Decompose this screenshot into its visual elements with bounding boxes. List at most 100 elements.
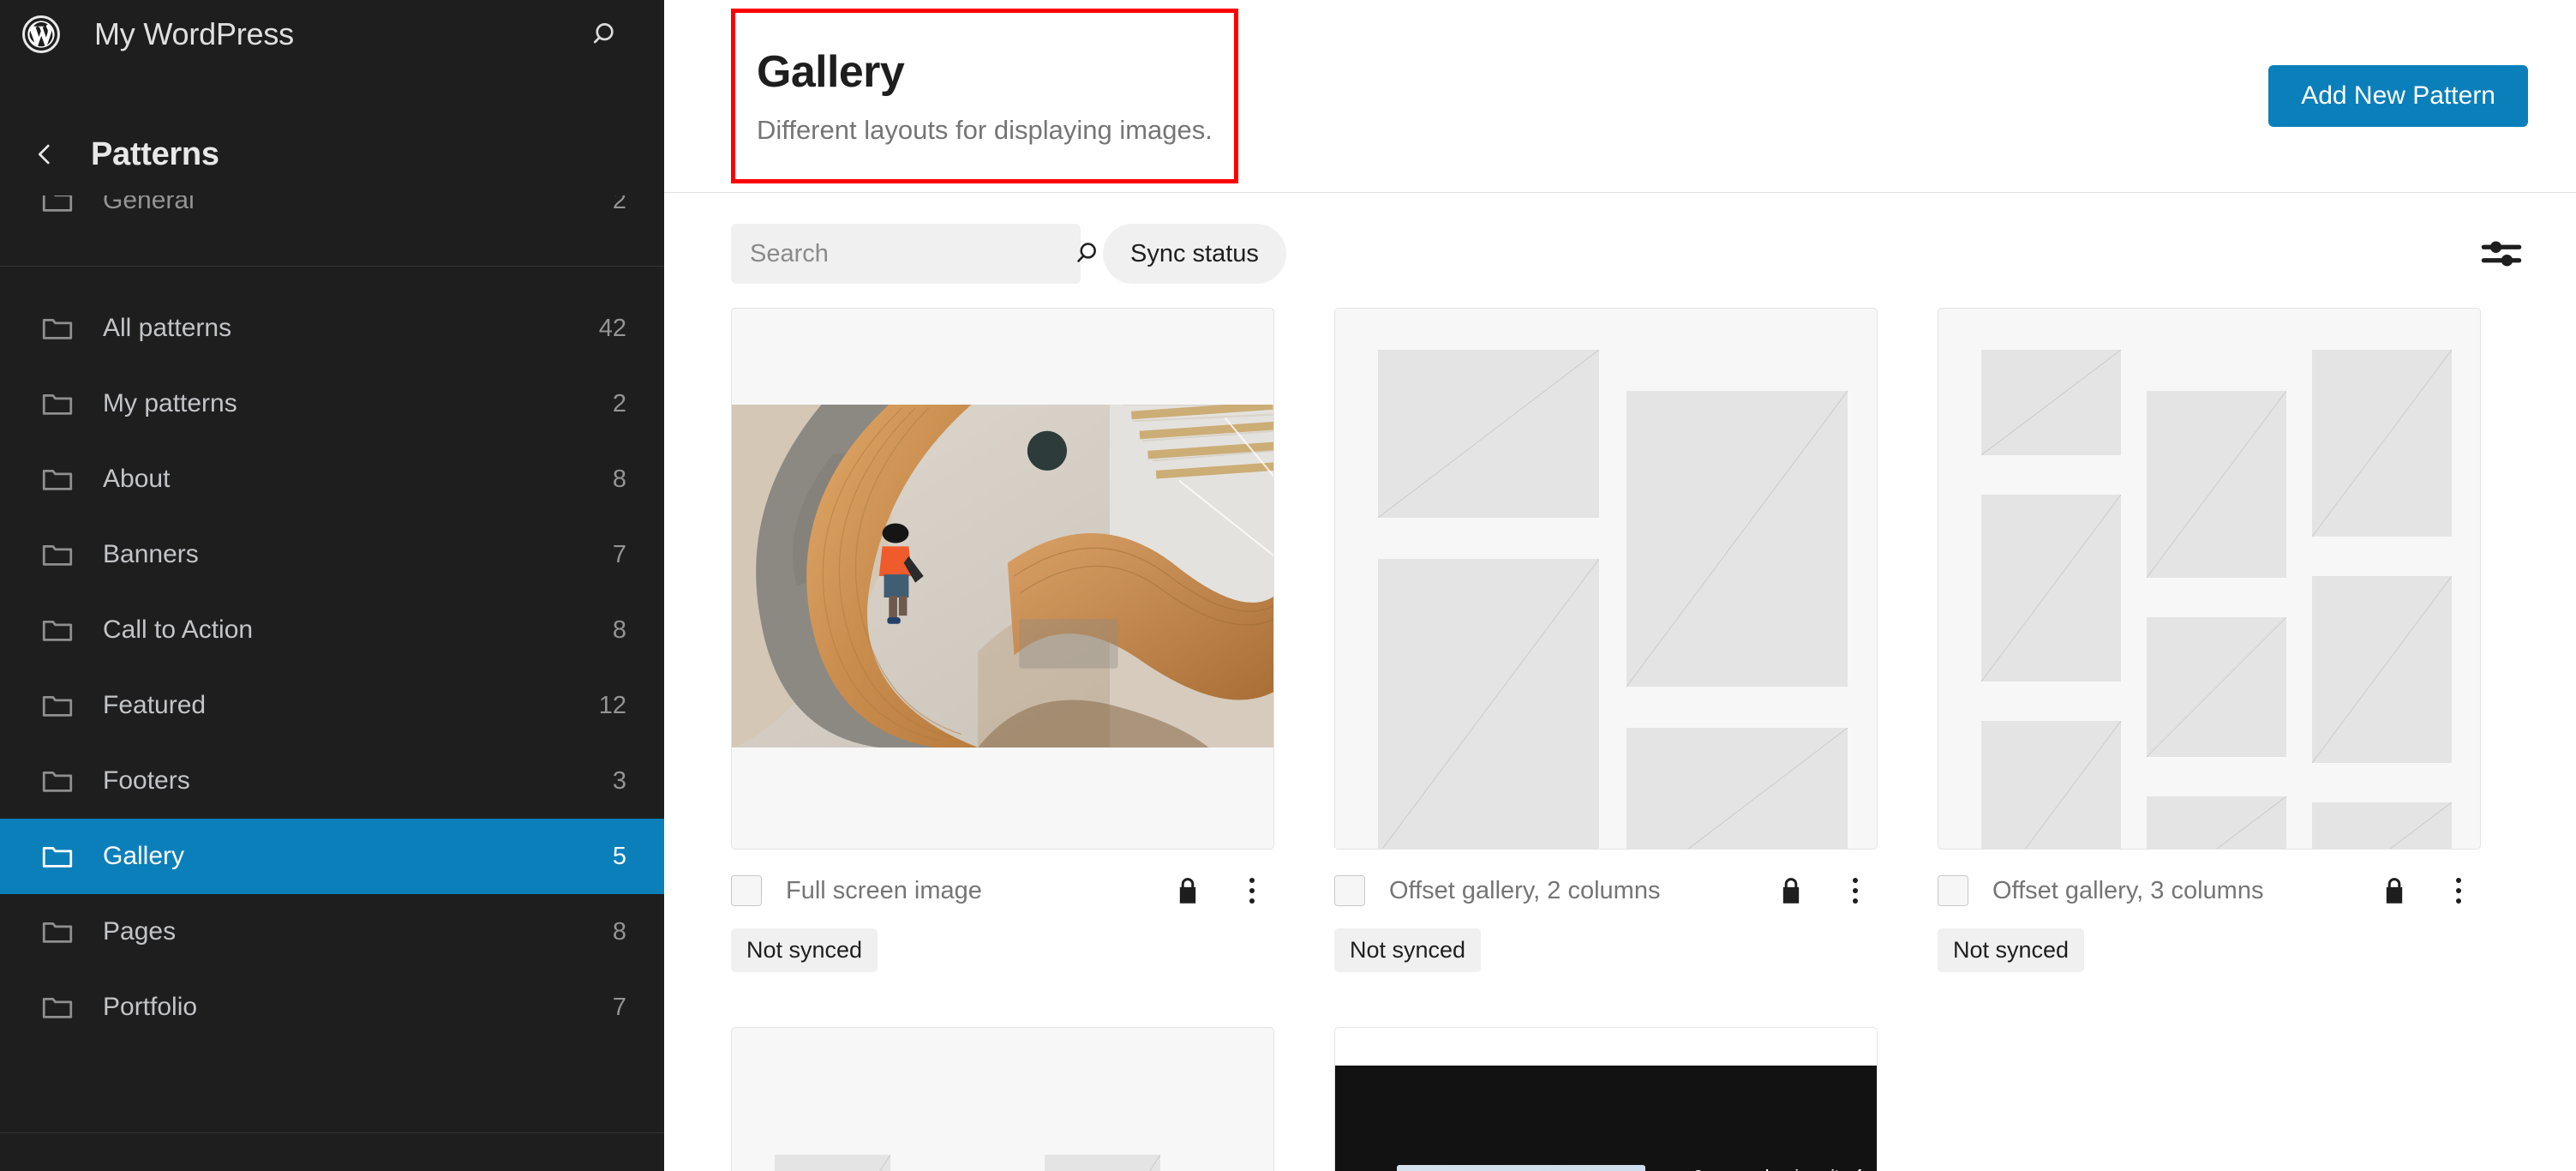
folder-icon xyxy=(38,988,77,1027)
image-placeholder xyxy=(2147,617,2286,757)
sync-status-filter-button[interactable]: Sync status xyxy=(1103,224,1286,284)
image-placeholder xyxy=(1378,350,1599,518)
page-header: Gallery Different layouts for displaying… xyxy=(664,0,2576,193)
sidebar-item-call-to-action[interactable]: Call to Action 8 xyxy=(0,592,664,668)
sidebar-item-count: 8 xyxy=(612,917,626,946)
pattern-card: Full screen image Not synced xyxy=(731,308,1274,972)
search-input-wrapper[interactable] xyxy=(731,224,1096,284)
sidebar-item-general-clipped[interactable]: General 2 xyxy=(0,190,664,247)
patterns-grid: Full screen image Not synced Offset gall… xyxy=(731,308,2528,1171)
pattern-select-checkbox[interactable] xyxy=(731,875,762,906)
grid-empty-slot xyxy=(1938,1027,2481,1171)
sidebar-item-count: 5 xyxy=(612,842,626,870)
folder-icon xyxy=(38,535,77,574)
search-icon xyxy=(1073,239,1102,268)
dark-band xyxy=(1335,1066,1877,1171)
image-placeholder xyxy=(2312,576,2452,763)
add-new-pattern-button[interactable]: Add New Pattern xyxy=(2268,65,2528,127)
pattern-preview-full-screen-image[interactable] xyxy=(731,308,1274,850)
sidebar-item-label: Portfolio xyxy=(103,993,198,1021)
app-root: My WordPress Patterns General 2 All patt… xyxy=(0,0,2576,1171)
image-placeholder xyxy=(2147,796,2286,849)
pattern-preview-partial-row-2[interactable]: Our comprehensive suite of professional … xyxy=(1334,1027,1878,1171)
pattern-preview-offset-gallery-3-columns[interactable] xyxy=(1938,308,2481,850)
sidebar-scroll-area: Patterns General 2 All patterns 42 My patt… xyxy=(0,113,664,1045)
image-placeholder xyxy=(2312,802,2452,849)
grid-row-gap xyxy=(1938,972,2481,1027)
offset-gallery-2col-art xyxy=(1335,309,1877,849)
pattern-select-checkbox[interactable] xyxy=(1334,875,1365,906)
pattern-card: Our comprehensive suite of professional … xyxy=(1334,1027,1878,1171)
sidebar-item-count: 12 xyxy=(598,691,626,719)
pattern-card-meta: Offset gallery, 3 columns xyxy=(1938,872,2481,910)
sidebar-item-count: 7 xyxy=(612,993,626,1021)
lock-icon xyxy=(1775,874,1807,907)
sidebar-item-label: Gallery xyxy=(103,842,185,870)
sidebar-item-label: Featured xyxy=(103,691,207,719)
sidebar-top-bar: My WordPress xyxy=(0,0,664,69)
sync-status-badge: Not synced xyxy=(1334,928,1482,972)
kebab-menu-icon[interactable] xyxy=(1230,868,1274,913)
folder-icon xyxy=(38,837,77,876)
pattern-preview-photo xyxy=(732,405,1273,748)
pattern-card-meta: Full screen image xyxy=(731,872,1274,910)
sidebar-item-label: All patterns xyxy=(103,314,232,342)
pattern-preview-offset-gallery-2-columns[interactable] xyxy=(1334,308,1878,850)
pattern-card: Offset gallery, 3 columns Not synced xyxy=(1938,308,2481,972)
pattern-title: Offset gallery, 3 columns xyxy=(1992,876,2264,904)
lock-icon xyxy=(1171,874,1204,907)
sidebar-item-count: 42 xyxy=(598,314,626,342)
sidebar-item-count: 8 xyxy=(612,616,626,644)
image-placeholder xyxy=(1626,728,1848,849)
folder-icon xyxy=(38,610,77,650)
dark-services-art: Our comprehensive suite of professional … xyxy=(1335,1028,1877,1171)
sidebar-item-count: 8 xyxy=(612,465,626,493)
sidebar-item-gallery[interactable]: Gallery 5 xyxy=(0,819,664,894)
sidebar-item-about[interactable]: About 8 xyxy=(0,441,664,517)
kebab-menu-icon[interactable] xyxy=(2436,868,2481,913)
folder-icon xyxy=(38,761,77,801)
page-subtitle: Different layouts for displaying images. xyxy=(757,115,1213,145)
sidebar-item-count: 2 xyxy=(612,389,626,417)
sidebar-item-count: 3 xyxy=(612,766,626,795)
sidebar-item-label: About xyxy=(103,465,171,493)
page-title-block: Gallery Different layouts for displaying… xyxy=(731,8,1238,184)
grid-row-gap xyxy=(1334,972,1878,1027)
search-icon[interactable] xyxy=(585,14,626,55)
main-content: Gallery Different layouts for displaying… xyxy=(664,0,2576,1171)
search-input[interactable] xyxy=(750,239,1073,268)
sync-status-badge: Not synced xyxy=(1938,928,2085,972)
image-placeholder xyxy=(2312,350,2452,537)
sidebar-item-footers[interactable]: Footers 3 xyxy=(0,743,664,819)
sidebar-item-general[interactable]: General 2 xyxy=(0,190,664,238)
wordpress-logo-icon[interactable] xyxy=(22,15,60,53)
folder-icon xyxy=(38,686,77,725)
patterns-grid-scroll[interactable]: Full screen image Not synced Offset gall… xyxy=(664,308,2576,1171)
kebab-menu-icon[interactable] xyxy=(1833,868,1878,913)
gallery-art xyxy=(732,1028,1273,1171)
patterns-toolbar: Sync status xyxy=(664,193,2576,308)
sidebar-item-my-patterns[interactable]: My patterns 2 xyxy=(0,366,664,441)
sidebar-item-pages[interactable]: Pages 8 xyxy=(0,894,664,970)
pattern-card: Offset gallery, 2 columns Not synced xyxy=(1334,308,1878,972)
sidebar-section-header: Patterns xyxy=(0,113,664,195)
sidebar-item-featured[interactable]: Featured 12 xyxy=(0,668,664,743)
chevron-left-icon[interactable] xyxy=(22,132,67,177)
sidebar-item-label: Pages xyxy=(103,917,177,946)
sidebar-item-banners[interactable]: Banners 7 xyxy=(0,517,664,592)
sidebar: My WordPress Patterns General 2 All patt… xyxy=(0,0,664,1171)
pattern-select-checkbox[interactable] xyxy=(1938,875,1968,906)
pattern-card xyxy=(731,1027,1274,1171)
sidebar-item-label: Call to Action xyxy=(103,616,254,644)
sliders-icon[interactable] xyxy=(2475,227,2528,280)
offset-gallery-3col-art xyxy=(1938,309,2480,849)
image-placeholder xyxy=(1378,559,1599,849)
site-title: My WordPress xyxy=(94,16,294,51)
lock-icon xyxy=(2378,874,2411,907)
pattern-card-meta: Offset gallery, 2 columns xyxy=(1334,872,1878,910)
sidebar-item-portfolio[interactable]: Portfolio 7 xyxy=(0,970,664,1045)
sidebar-item-all-patterns[interactable]: All patterns 42 xyxy=(0,291,664,366)
sidebar-section-title: Patterns xyxy=(91,135,219,172)
pattern-preview-partial-row-1[interactable] xyxy=(731,1027,1274,1171)
image-placeholder xyxy=(2147,391,2286,578)
